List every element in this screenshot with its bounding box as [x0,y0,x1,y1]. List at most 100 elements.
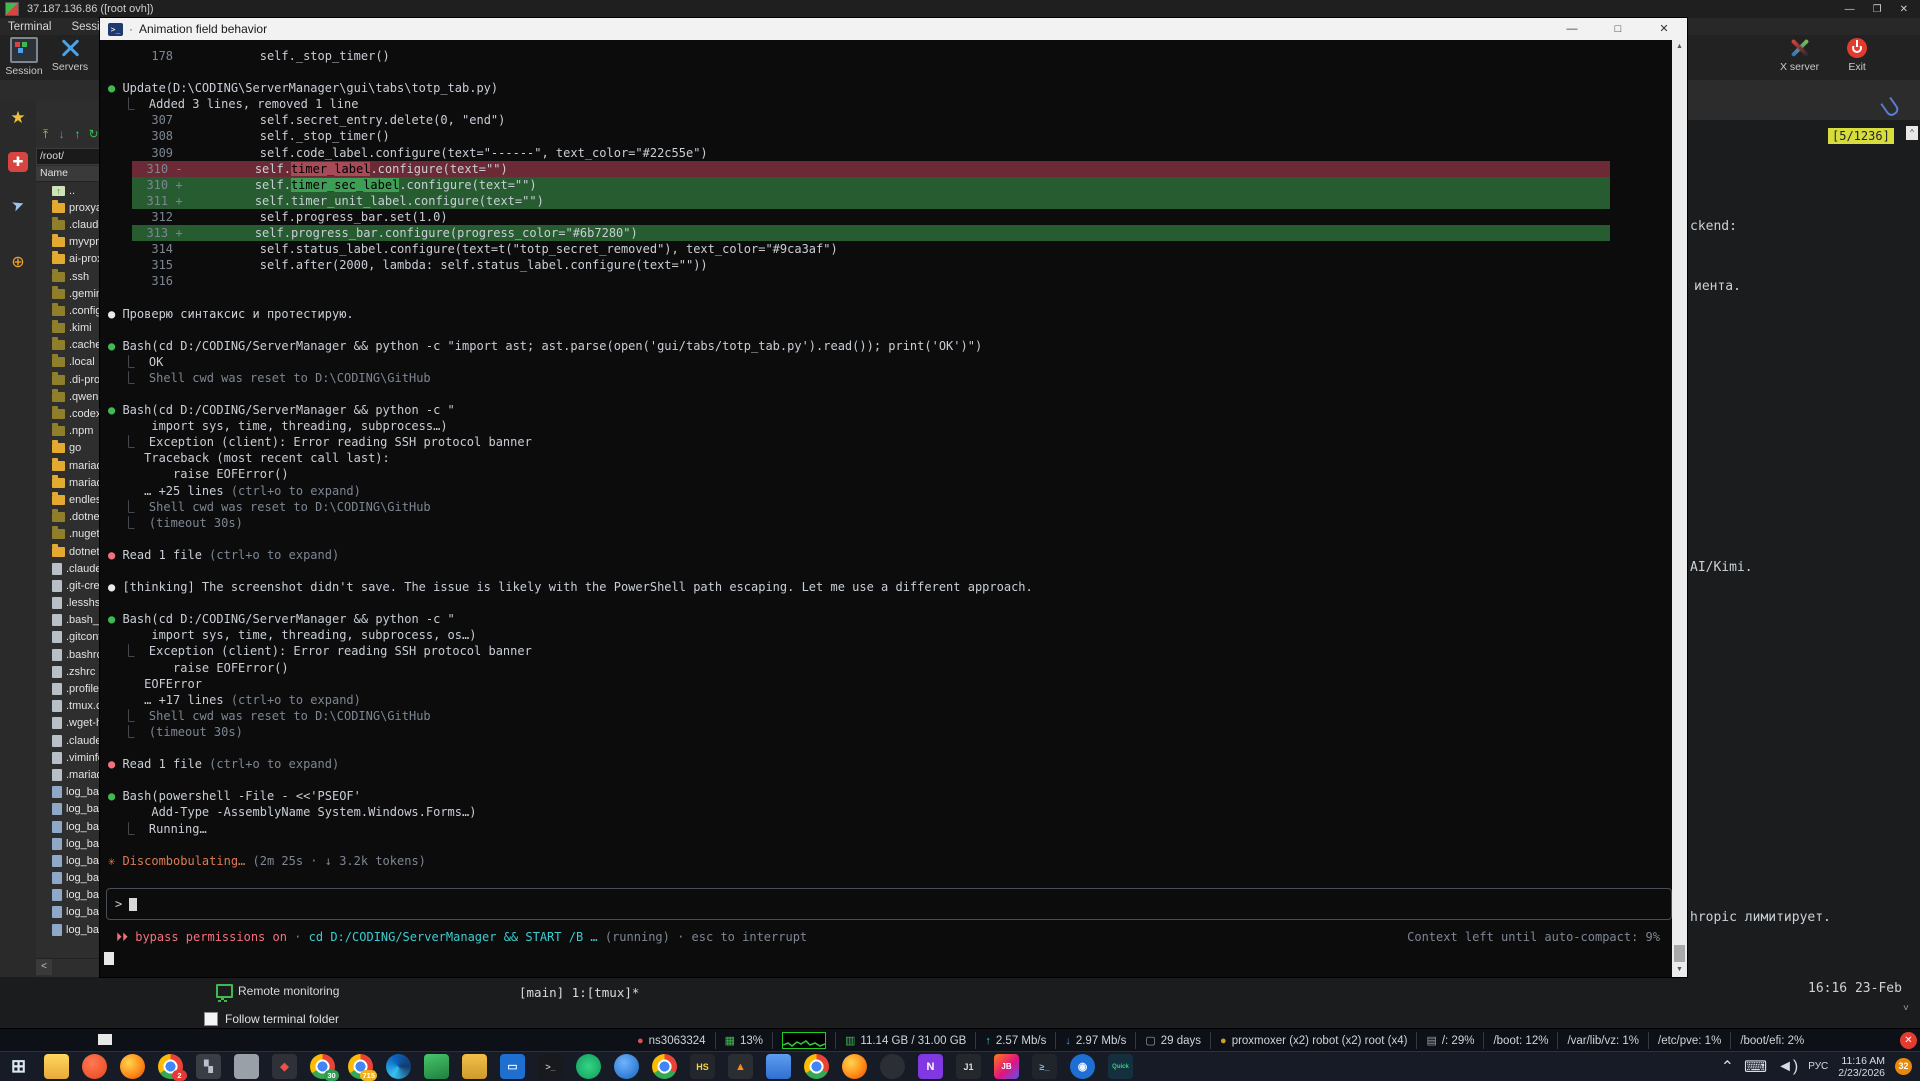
file-row[interactable]: .kimi [36,320,100,337]
file-row[interactable]: .bash_his [36,612,100,629]
follow-terminal-folder-checkbox[interactable] [204,1012,218,1026]
moba-restore-button[interactable]: ❐ [1873,4,1882,15]
exit-button[interactable]: Exit [1847,37,1867,79]
file-row[interactable]: .lesshst [36,595,100,612]
moba-close-button[interactable]: ✕ [1900,4,1908,15]
vlc[interactable]: ▲ [728,1054,753,1079]
file-row[interactable]: .config [36,302,100,319]
file-row[interactable]: .viminfo [36,749,100,766]
file-row[interactable]: log_backu [36,801,100,818]
folder-blue[interactable] [766,1054,791,1079]
file-row[interactable]: go [36,440,100,457]
file-list-name-header[interactable]: Name [36,166,100,182]
file-row[interactable]: .nuget [36,526,100,543]
chrome-main[interactable] [652,1054,677,1079]
tools-knife-icon[interactable]: ✚ [8,152,28,172]
session-button[interactable]: Session [2,37,46,77]
file-row[interactable]: .qwen [36,388,100,405]
file-row[interactable]: .gemini [36,285,100,302]
app-green[interactable] [424,1054,449,1079]
volume-icon[interactable]: ◄) [1777,1058,1798,1076]
app-j1[interactable]: J1 [956,1054,981,1079]
sftp-path-field[interactable]: /root/ [36,148,100,165]
scroll-left-button[interactable]: < [36,959,52,975]
app-gray[interactable] [234,1054,259,1079]
file-row[interactable]: .bashrc [36,646,100,663]
globe-icon[interactable]: ⊕ [0,252,36,272]
console-titlebar[interactable]: >_ · Animation field behavior — □ ✕ [100,18,1687,40]
file-row[interactable]: log_backu [36,852,100,869]
file-row[interactable]: ai-proxy- [36,251,100,268]
file-row[interactable]: proxyapis [36,199,100,216]
tray-clock[interactable]: 11:16 AM 2/23/2026 [1838,1055,1885,1079]
remote-window-app[interactable]: ▭ [500,1054,525,1079]
console-dark[interactable]: >_ [538,1054,563,1079]
monitoring-close-button[interactable]: ✕ [1900,1032,1917,1049]
chrome-profile-3[interactable]: 715 [348,1054,373,1079]
app-blue-round[interactable] [614,1054,639,1079]
app-dark-1[interactable]: ▚ [196,1054,221,1079]
app-dark-round[interactable] [880,1054,905,1079]
firefox[interactable] [120,1054,145,1079]
favorites-star-icon[interactable]: ★ [0,108,36,128]
moba-minimize-button[interactable]: — [1845,4,1855,15]
scrollbar-down-arrow[interactable]: ▼ [1672,963,1687,977]
file-row[interactable]: log_backu [36,784,100,801]
chrome[interactable]: 2 [158,1054,183,1079]
remote-monitoring-button[interactable]: Remote monitoring [216,984,339,998]
scrollbar-thumb[interactable] [1674,945,1685,962]
file-row[interactable]: ↑.. [36,182,100,199]
chrome-4[interactable] [804,1054,829,1079]
language-indicator[interactable]: РУС [1808,1061,1828,1072]
download-icon[interactable]: ↓ [55,127,68,141]
file-row[interactable]: log_backu [36,835,100,852]
brave[interactable] [82,1054,107,1079]
file-row[interactable]: .local [36,354,100,371]
folder-app[interactable] [462,1054,487,1079]
quick-app[interactable]: Quick [1108,1054,1133,1079]
chrome-profile-2[interactable]: 30 [310,1054,335,1079]
start-button[interactable]: ⊞ [6,1054,31,1079]
console-maximize-button[interactable]: □ [1595,18,1641,40]
file-row[interactable]: dotnet9 [36,543,100,560]
edge[interactable] [386,1054,411,1079]
file-row[interactable]: .zshrc [36,663,100,680]
console-minimize-button[interactable]: — [1549,18,1595,40]
menu-terminal[interactable]: Terminal [8,21,51,33]
file-row[interactable]: .claude.js [36,560,100,577]
powershell-dark[interactable]: ≥_ [1032,1054,1057,1079]
file-row[interactable]: mariadb-i [36,457,100,474]
file-row[interactable]: endlessh [36,491,100,508]
app-purple[interactable]: N [918,1054,943,1079]
file-row[interactable]: log_backu [36,887,100,904]
file-row[interactable]: .mariadb [36,766,100,783]
refresh-icon[interactable]: ↻ [87,127,100,141]
anydesk[interactable]: ◆ [272,1054,297,1079]
tray-chevron-icon[interactable]: ⌃ [1721,1057,1734,1077]
file-row[interactable]: log_backu [36,818,100,835]
bg-scrollbar-up-arrow[interactable]: ^ [1906,126,1918,140]
file-row[interactable]: log_backu [36,904,100,921]
file-row[interactable]: .claude.js [36,732,100,749]
keyboard-icon[interactable]: ⌨ [1744,1057,1767,1077]
file-row[interactable]: .gitconfig [36,629,100,646]
file-row[interactable]: .npm [36,423,100,440]
file-row[interactable]: .tmux.co [36,698,100,715]
upload-icon[interactable]: ↑ [71,127,84,141]
hs-app[interactable]: HS [690,1054,715,1079]
console-close-button[interactable]: ✕ [1641,18,1687,40]
camera-blue[interactable]: ◉ [1070,1054,1095,1079]
app-teal-round[interactable] [576,1054,601,1079]
scrollbar-up-arrow[interactable]: ▲ [1672,40,1687,54]
sftp-horizontal-scrollbar[interactable]: < [36,958,100,976]
file-row[interactable]: .dotnet [36,509,100,526]
paper-plane-icon[interactable]: ➤ [0,190,38,219]
console-scrollbar[interactable]: ▲ ▼ [1672,40,1687,977]
bg-scrollbar-down-arrow[interactable]: ˅ [1903,1003,1909,1014]
servers-button[interactable]: Servers [48,37,92,73]
file-row[interactable]: .di-proxy [36,371,100,388]
go-up-folder-icon[interactable]: ⤒ [39,127,52,142]
file-row[interactable]: .ssh [36,268,100,285]
claude-input-box[interactable]: > [106,888,1672,920]
file-row[interactable]: .wget-hs [36,715,100,732]
